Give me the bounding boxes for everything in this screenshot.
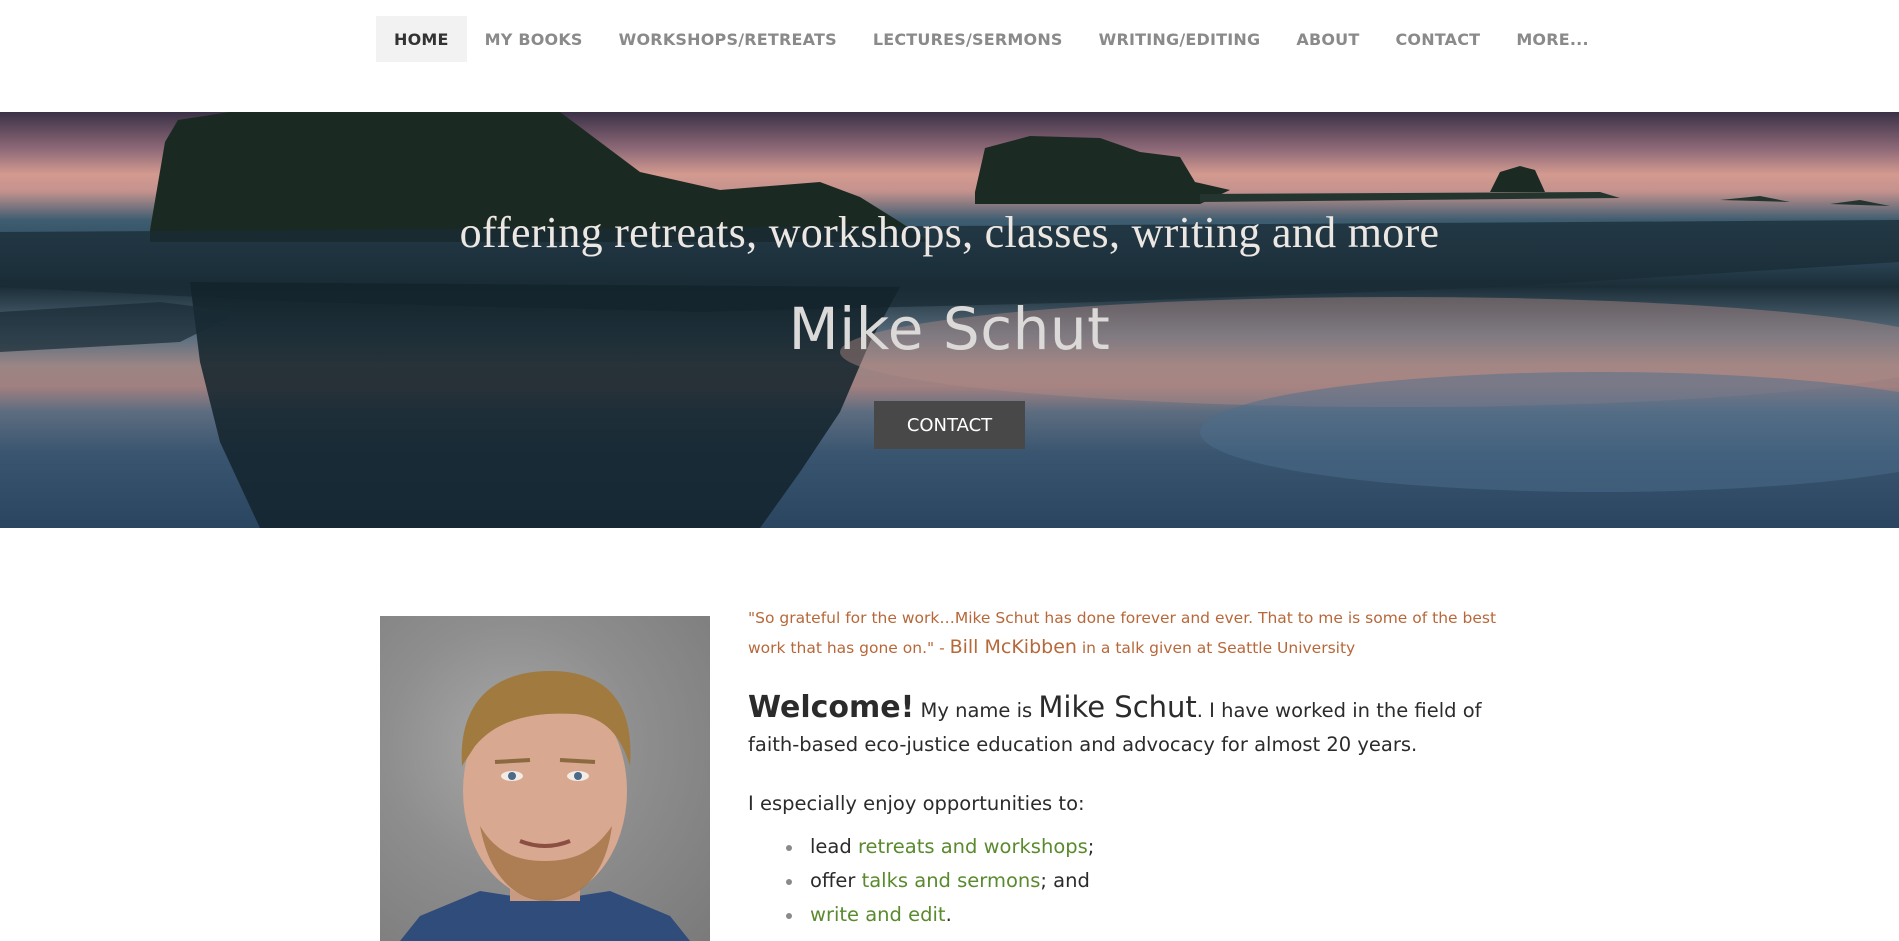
list-item-prefix: offer [810, 869, 862, 892]
hero-banner: offering retreats, workshops, classes, w… [0, 112, 1899, 528]
portrait-photo [380, 616, 710, 941]
nav-item-contact[interactable]: CONTACT [1377, 16, 1498, 62]
top-navigation: HOME MY BOOKS WORKSHOPS/RETREATS LECTURE… [0, 0, 1899, 112]
welcome-intro: My name is [914, 699, 1039, 722]
write-edit-link[interactable]: write and edit [810, 903, 946, 926]
nav-item-about[interactable]: ABOUT [1278, 16, 1377, 62]
quote-context: in a talk given at Seattle University [1076, 639, 1356, 657]
welcome-name: Mike Schut [1038, 690, 1197, 724]
nav-item-my-books[interactable]: MY BOOKS [467, 16, 601, 62]
talks-sermons-link[interactable]: talks and sermons [862, 869, 1041, 892]
welcome-paragraph: Welcome! My name is Mike Schut. I have w… [748, 690, 1518, 762]
retreats-workshops-link[interactable]: retreats and workshops [858, 835, 1088, 858]
opportunities-list: lead retreats and workshops; offer talks… [748, 830, 1094, 932]
welcome-greeting: Welcome! [748, 690, 915, 725]
nav-item-workshops-retreats[interactable]: WORKSHOPS/RETREATS [601, 16, 855, 62]
list-item: lead retreats and workshops; [748, 830, 1094, 864]
list-item-suffix: ; and [1040, 869, 1090, 892]
quote-author: Bill McKibben [949, 636, 1077, 658]
hero-title: Mike Schut [788, 295, 1111, 363]
list-item-suffix: . [945, 903, 952, 926]
contact-button[interactable]: CONTACT [874, 401, 1025, 449]
hero-tagline: offering retreats, workshops, classes, w… [459, 208, 1440, 257]
list-item-suffix: ; [1087, 835, 1095, 858]
nav-menu: HOME MY BOOKS WORKSHOPS/RETREATS LECTURE… [376, 16, 1607, 62]
testimonial-quote: "So grateful for the work…Mike Schut has… [748, 604, 1508, 663]
list-item: write and edit. [748, 898, 1094, 932]
opportunities-heading: I especially enjoy opportunities to: [748, 792, 1085, 815]
nav-item-home[interactable]: HOME [376, 16, 467, 62]
portrait-image [400, 671, 690, 941]
nav-item-more[interactable]: MORE... [1498, 16, 1606, 62]
nav-item-writing-editing[interactable]: WRITING/EDITING [1081, 16, 1279, 62]
list-item-prefix: lead [810, 835, 858, 858]
nav-item-lectures-sermons[interactable]: LECTURES/SERMONS [855, 16, 1081, 62]
list-item: offer talks and sermons; and [748, 864, 1094, 898]
